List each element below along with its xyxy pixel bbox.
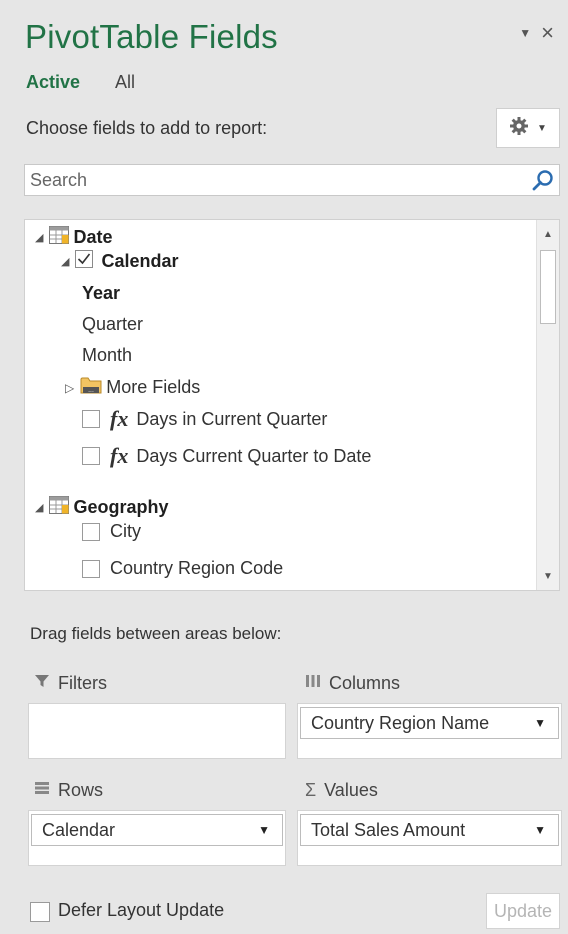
- update-button[interactable]: Update: [486, 893, 560, 929]
- values-area-header: Σ Values: [305, 780, 378, 801]
- table-name-date: Date: [73, 227, 113, 247]
- collapse-triangle-icon[interactable]: ◢: [35, 231, 43, 244]
- svg-text:...: ...: [88, 387, 94, 394]
- rows-field-pill[interactable]: Calendar ▼: [31, 814, 283, 846]
- field-calendar[interactable]: ◢ Calendar: [61, 250, 179, 273]
- pill-label: Country Region Name: [311, 712, 490, 733]
- filter-icon: [34, 673, 50, 694]
- table-row-geography[interactable]: ◢ Geography: [35, 496, 169, 519]
- field-month[interactable]: Month: [82, 345, 132, 366]
- table-name-geography: Geography: [73, 497, 169, 517]
- fx-measure-icon: fx: [110, 406, 129, 431]
- choose-fields-label: Choose fields to add to report:: [26, 118, 268, 138]
- more-fields-label: More Fields: [106, 377, 201, 397]
- field-label: Days in Current Quarter: [136, 408, 328, 429]
- collapse-triangle-icon[interactable]: ◢: [61, 255, 69, 268]
- pill-label: Calendar: [42, 819, 116, 840]
- chevron-down-icon: ▼: [537, 122, 547, 134]
- checkbox[interactable]: [82, 522, 100, 541]
- search-input[interactable]: [28, 165, 522, 195]
- field-days-in-current-quarter[interactable]: fx Days in Current Quarter: [82, 406, 327, 432]
- columns-icon: [305, 673, 321, 694]
- filters-label: Filters: [58, 673, 107, 693]
- search-box[interactable]: [24, 164, 560, 196]
- chevron-down-icon[interactable]: ▼: [534, 823, 546, 837]
- gear-icon: [509, 116, 529, 141]
- fx-measure-icon: fx: [110, 443, 129, 468]
- checkbox[interactable]: [82, 447, 100, 465]
- field-year[interactable]: Year: [82, 283, 120, 304]
- rows-icon: [34, 780, 50, 801]
- field-quarter[interactable]: Quarter: [82, 314, 143, 335]
- vertical-scrollbar[interactable]: ▲ ▼: [536, 220, 559, 590]
- more-fields-folder[interactable]: ▷ ... More Fields: [65, 375, 200, 400]
- field-list: ◢ Date ◢ Calendar Year Quarter Month ▷ .…: [24, 219, 560, 591]
- filters-area-header: Filters: [34, 673, 107, 694]
- rows-drop-area: Calendar ▼: [28, 810, 286, 866]
- values-label: Values: [324, 780, 378, 800]
- rows-area-header: Rows: [34, 780, 103, 801]
- field-label-calendar: Calendar: [101, 251, 179, 271]
- tools-button[interactable]: ▼: [496, 108, 560, 148]
- chevron-down-icon[interactable]: ▼: [258, 823, 270, 837]
- tab-active[interactable]: Active: [26, 72, 80, 93]
- sigma-icon: Σ: [305, 780, 317, 800]
- collapse-triangle-icon[interactable]: ◢: [35, 501, 43, 514]
- field-city[interactable]: City: [82, 521, 141, 542]
- defer-layout-label: Defer Layout Update: [58, 900, 225, 920]
- pane-title: PivotTable Fields: [25, 18, 278, 55]
- field-label: Country Region Code: [110, 558, 284, 578]
- scroll-down-arrow-icon[interactable]: ▼: [537, 566, 559, 586]
- columns-field-pill[interactable]: Country Region Name ▼: [300, 707, 559, 739]
- search-icon[interactable]: [531, 168, 555, 197]
- filters-drop-area[interactable]: [28, 703, 286, 759]
- checkbox[interactable]: [82, 559, 100, 578]
- table-icon: [49, 226, 70, 249]
- field-label: City: [110, 521, 141, 541]
- checkbox[interactable]: [82, 410, 100, 428]
- chevron-down-icon[interactable]: ▼: [534, 716, 546, 730]
- field-days-current-quarter-to-date[interactable]: fx Days Current Quarter to Date: [82, 443, 371, 469]
- pane-controls: ▼ ×: [519, 20, 554, 46]
- values-field-pill[interactable]: Total Sales Amount ▼: [300, 814, 559, 846]
- columns-label: Columns: [329, 673, 401, 693]
- scroll-up-arrow-icon[interactable]: ▲: [537, 224, 559, 244]
- field-country-region-code[interactable]: Country Region Code: [82, 558, 283, 579]
- close-icon[interactable]: ×: [541, 20, 554, 46]
- table-row-date[interactable]: ◢ Date: [35, 226, 112, 249]
- expand-triangle-icon[interactable]: ▷: [65, 381, 74, 395]
- field-label: Days Current Quarter to Date: [136, 445, 372, 466]
- columns-area-header: Columns: [305, 673, 400, 694]
- tab-all[interactable]: All: [115, 72, 135, 93]
- columns-drop-area: Country Region Name ▼: [297, 703, 562, 759]
- folder-icon: ...: [80, 375, 102, 400]
- pane-options-dropdown-icon[interactable]: ▼: [519, 26, 531, 40]
- drag-fields-label: Drag fields between areas below:: [30, 624, 282, 643]
- table-icon: [49, 496, 70, 519]
- pill-label: Total Sales Amount: [311, 819, 466, 840]
- defer-layout-checkbox[interactable]: [30, 902, 50, 922]
- values-drop-area: Total Sales Amount ▼: [297, 810, 562, 866]
- checkbox-checked-icon[interactable]: [75, 250, 94, 273]
- scrollbar-thumb[interactable]: [540, 250, 556, 324]
- rows-label: Rows: [58, 780, 104, 800]
